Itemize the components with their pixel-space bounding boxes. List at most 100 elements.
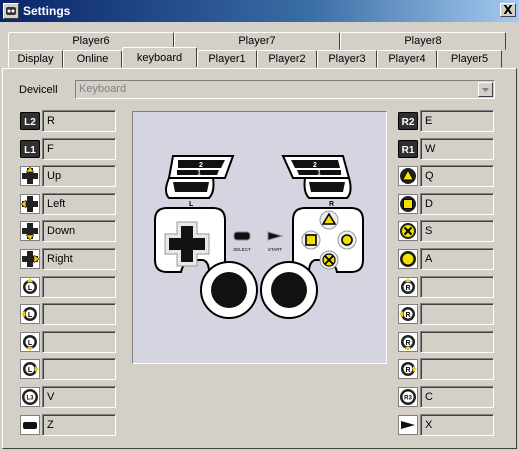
svg-text:R: R: [405, 340, 410, 347]
dpad-up-icon[interactable]: [20, 166, 40, 186]
tab-online[interactable]: Online: [63, 50, 122, 68]
trigger-2-label: 2: [199, 162, 203, 169]
binding-row-dpad-up: Up: [20, 165, 116, 187]
cross-key-field[interactable]: S: [420, 220, 494, 242]
select-icon[interactable]: [20, 415, 40, 435]
L3-key-field[interactable]: V: [42, 386, 116, 408]
svg-text:L: L: [28, 312, 33, 319]
select-caption: SELECT: [233, 247, 251, 252]
binding-row-select: Z: [20, 414, 116, 436]
svg-text:L3: L3: [26, 396, 34, 402]
dpad-down-key-field[interactable]: Down: [42, 220, 116, 242]
binding-row-circle: A: [398, 248, 494, 270]
left-stick-left-icon[interactable]: L: [20, 304, 40, 324]
right-stick-right-icon[interactable]: R: [398, 359, 418, 379]
dpad-left-icon[interactable]: [20, 194, 40, 214]
binding-row-left-stick-down: L: [20, 331, 116, 353]
start-icon[interactable]: [398, 415, 418, 435]
tab-player4[interactable]: Player4: [377, 50, 437, 68]
tab-player3[interactable]: Player3: [317, 50, 377, 68]
device-value: Keyboard: [79, 83, 127, 95]
start-caption: START: [268, 247, 283, 252]
square-icon[interactable]: [398, 194, 418, 214]
right-trigger-graphic: 2 1: [281, 155, 352, 199]
binding-row-dpad-left: Left: [20, 193, 116, 215]
svg-text:2: 2: [313, 162, 317, 169]
right-stick-left-key-field[interactable]: [420, 303, 494, 325]
tab-player2[interactable]: Player2: [257, 50, 317, 68]
device-label: Devicell: [19, 84, 58, 96]
L1-icon[interactable]: L1: [20, 139, 40, 159]
svg-text:L2: L2: [24, 117, 36, 128]
svg-text:R3: R3: [404, 396, 412, 402]
L3-icon[interactable]: L3: [20, 387, 40, 407]
close-button[interactable]: X: [500, 3, 516, 17]
circle-key-field[interactable]: A: [420, 248, 494, 270]
binding-row-right-stick-right: R: [398, 358, 494, 380]
R2-icon[interactable]: R2: [398, 111, 418, 131]
chevron-down-icon[interactable]: [478, 82, 493, 97]
right-stick-up-key-field[interactable]: [420, 276, 494, 298]
close-icon: X: [503, 3, 513, 17]
start-key-field[interactable]: X: [420, 414, 494, 436]
dpad-right-key-field[interactable]: Right: [42, 248, 116, 270]
binding-row-L1: L1 F: [20, 138, 116, 160]
binding-row-cross: S: [398, 220, 494, 242]
svg-text:L1: L1: [24, 145, 36, 156]
right-stick-up-icon[interactable]: R: [398, 277, 418, 297]
left-side-label: L: [189, 201, 194, 208]
R1-key-field[interactable]: W: [420, 138, 494, 160]
tab-keyboard[interactable]: keyboard: [122, 47, 197, 67]
left-stick-right-icon[interactable]: L: [20, 359, 40, 379]
binding-row-right-stick-left: R: [398, 303, 494, 325]
svg-text:R: R: [405, 312, 410, 319]
dpad-right-icon[interactable]: [20, 249, 40, 269]
app-icon: [3, 3, 19, 19]
R3-icon[interactable]: R3: [398, 387, 418, 407]
circle-icon[interactable]: [398, 249, 418, 269]
device-select[interactable]: Keyboard: [75, 80, 495, 99]
left-stick-down-icon[interactable]: L: [20, 332, 40, 352]
binding-row-R3: R3 C: [398, 386, 494, 408]
dpad-left-key-field[interactable]: Left: [42, 193, 116, 215]
tab-row-top: Player6 Player7 Player8: [8, 32, 506, 50]
R1-icon[interactable]: R1: [398, 139, 418, 159]
left-stick-up-icon[interactable]: L: [20, 277, 40, 297]
R3-key-field[interactable]: C: [420, 386, 494, 408]
tab-player5[interactable]: Player5: [437, 50, 502, 68]
binding-row-left-stick-right: L: [20, 358, 116, 380]
left-stick-down-key-field[interactable]: [42, 331, 116, 353]
binding-row-L3: L3 V: [20, 386, 116, 408]
cross-icon[interactable]: [398, 221, 418, 241]
triangle-icon[interactable]: [398, 166, 418, 186]
left-stick-left-key-field[interactable]: [42, 303, 116, 325]
select-graphic: [233, 231, 251, 241]
dpad-down-icon[interactable]: [20, 221, 40, 241]
tab-player1[interactable]: Player1: [197, 50, 257, 68]
right-stick-down-key-field[interactable]: [420, 331, 494, 353]
L1-key-field[interactable]: F: [42, 138, 116, 160]
binding-row-start: X: [398, 414, 494, 436]
tab-player8[interactable]: Player8: [340, 32, 506, 50]
triangle-key-field[interactable]: Q: [420, 165, 494, 187]
left-stick-right-key-field[interactable]: [42, 358, 116, 380]
dpad-up-key-field[interactable]: Up: [42, 165, 116, 187]
right-stick-right-key-field[interactable]: [420, 358, 494, 380]
right-stick-left-icon[interactable]: R: [398, 304, 418, 324]
tab-player7[interactable]: Player7: [174, 32, 340, 50]
start-graphic: [267, 231, 284, 241]
svg-text:R2: R2: [402, 117, 415, 128]
R2-key-field[interactable]: E: [420, 110, 494, 132]
square-key-field[interactable]: D: [420, 193, 494, 215]
svg-text:R: R: [405, 285, 410, 292]
L2-key-field[interactable]: R: [42, 110, 116, 132]
left-stick-up-key-field[interactable]: [42, 276, 116, 298]
right-stick-down-icon[interactable]: R: [398, 332, 418, 352]
select-key-field[interactable]: Z: [42, 414, 116, 436]
L2-icon[interactable]: L2: [20, 111, 40, 131]
tab-row-bottom: Display Online keyboard Player1 Player2 Playe…: [8, 47, 502, 68]
right-side-label: R: [329, 201, 334, 208]
tab-display[interactable]: Display: [8, 50, 63, 68]
binding-row-square: D: [398, 193, 494, 215]
svg-text:R1: R1: [402, 145, 415, 156]
